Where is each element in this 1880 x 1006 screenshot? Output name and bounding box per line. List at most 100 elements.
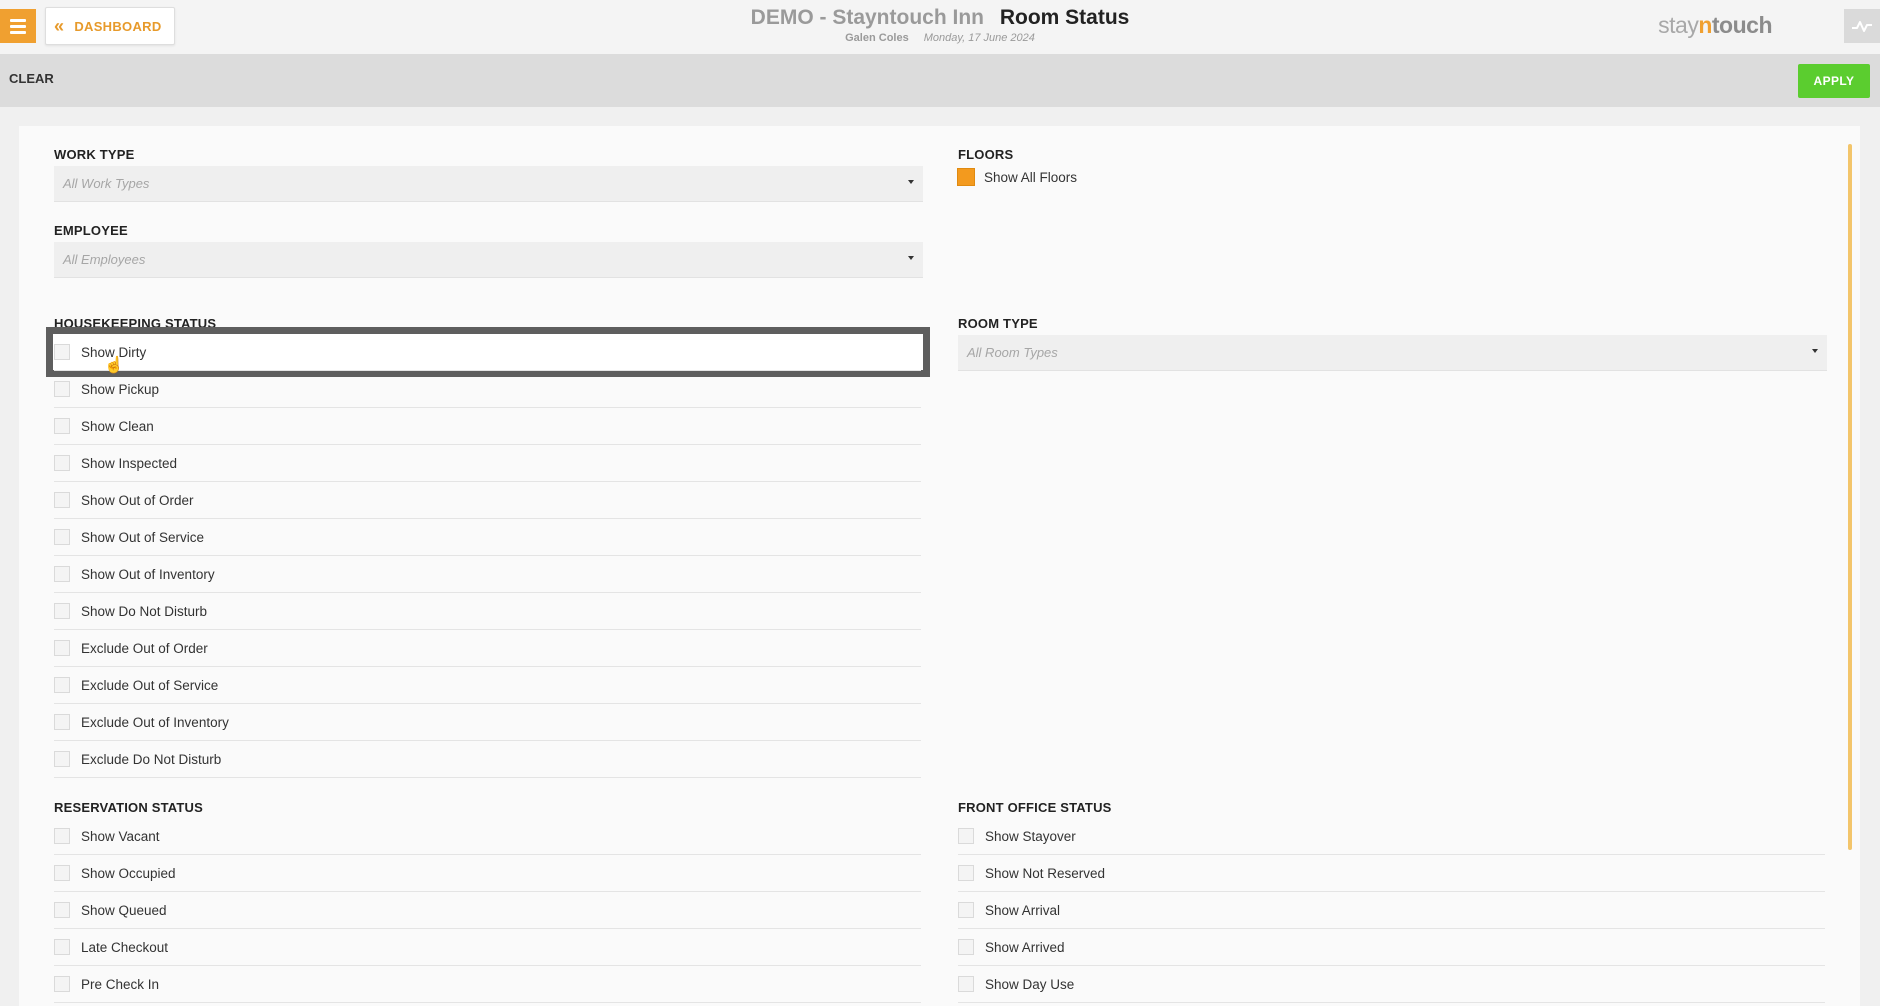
checkbox-row[interactable]: Show Occupied — [54, 855, 921, 892]
apply-button[interactable]: APPLY — [1798, 64, 1870, 98]
reservation-status-list: Show Vacant Show Occupied Show Queued Late … — [54, 818, 921, 1003]
checkbox-row[interactable]: Show Clean — [54, 408, 921, 445]
checkbox-row[interactable]: Show Out of Service — [54, 519, 921, 556]
checkbox[interactable] — [54, 455, 70, 471]
checkbox-row[interactable]: Show Day Use — [958, 966, 1825, 1003]
front-office-status-label: FRONT OFFICE STATUS — [958, 800, 1112, 815]
checkbox-label: Show Vacant — [81, 828, 160, 844]
checkbox-label: Show Out of Inventory — [81, 566, 215, 582]
checkbox[interactable] — [54, 865, 70, 881]
caret-down-icon — [1812, 349, 1818, 353]
room-type-select[interactable]: All Room Types — [958, 335, 1827, 371]
checkbox-row[interactable]: Show Not Reserved — [958, 855, 1825, 892]
work-type-select[interactable]: All Work Types — [54, 166, 923, 202]
checkbox[interactable] — [54, 828, 70, 844]
checkbox-row[interactable]: Show Pickup — [54, 371, 921, 408]
checkbox[interactable] — [54, 976, 70, 992]
show-all-floors-checkbox[interactable]: Show All Floors — [957, 168, 1077, 186]
checkbox-label: Show Occupied — [81, 865, 176, 881]
checkbox-label: Exclude Out of Order — [81, 640, 208, 656]
reservation-status-label: RESERVATION STATUS — [54, 800, 204, 815]
checkbox[interactable] — [54, 640, 70, 656]
floors-label: FLOORS — [958, 147, 1014, 162]
checkbox-label: Exclude Do Not Disturb — [81, 751, 222, 767]
checkbox-row[interactable]: Show Vacant — [54, 818, 921, 855]
employee-select[interactable]: All Employees — [54, 242, 923, 278]
checkbox-row[interactable]: Show Stayover — [958, 818, 1825, 855]
activity-button[interactable] — [1844, 9, 1880, 43]
checkbox-row[interactable]: Show Dirty — [54, 334, 921, 371]
room-type-label: ROOM TYPE — [958, 316, 1038, 331]
checkbox-label: Show Out of Service — [81, 529, 205, 545]
hand-pointer-icon: ☝ — [104, 357, 124, 374]
checkbox-row[interactable]: Exclude Out of Service — [54, 667, 921, 704]
checkbox[interactable] — [958, 865, 974, 881]
activity-icon — [1852, 21, 1872, 32]
checkbox[interactable] — [54, 751, 70, 767]
work-type-label: WORK TYPE — [54, 147, 135, 162]
checkbox-row[interactable]: Show Do Not Disturb — [54, 593, 921, 630]
checkbox[interactable] — [54, 677, 70, 693]
caret-down-icon — [908, 180, 914, 184]
checkbox-row[interactable]: Show Out of Inventory — [54, 556, 921, 593]
hotel-name: DEMO - Stayntouch Inn — [750, 6, 984, 29]
checkbox-row[interactable]: Show Arrived — [958, 929, 1825, 966]
checkbox-row[interactable]: Show Out of Order — [54, 482, 921, 519]
room-type-placeholder: All Room Types — [967, 345, 1058, 360]
user-name: Galen Coles — [845, 32, 909, 44]
checkbox-label: Show Queued — [81, 902, 167, 918]
checkbox[interactable] — [54, 344, 70, 360]
show-all-floors-label: Show All Floors — [984, 169, 1078, 185]
housekeeping-status-list: Show Dirty Show Pickup Show Clean Show Insp… — [54, 334, 921, 778]
stayntouch-logo: stayntouch — [1658, 12, 1772, 38]
business-date: Monday, 17 June 2024 — [923, 32, 1035, 44]
checkbox-row[interactable]: Pre Check In — [54, 966, 921, 1003]
checkbox[interactable] — [958, 902, 974, 918]
employee-label: EMPLOYEE — [54, 223, 128, 238]
checkbox-label: Show Clean — [81, 418, 154, 434]
checkbox-label: Show Out of Order — [81, 492, 194, 508]
checkbox-label: Exclude Out of Service — [81, 677, 219, 693]
checkbox[interactable] — [54, 529, 70, 545]
checkbox[interactable] — [54, 902, 70, 918]
checkbox-row[interactable]: Exclude Out of Order — [54, 630, 921, 667]
checkbox-label: Pre Check In — [81, 976, 160, 992]
clear-button[interactable]: CLEAR — [9, 71, 54, 86]
checkbox[interactable] — [54, 381, 70, 397]
work-type-placeholder: All Work Types — [63, 176, 150, 191]
checkbox[interactable] — [958, 939, 974, 955]
checkbox-label: Late Checkout — [81, 939, 169, 955]
checkbox[interactable] — [54, 714, 70, 730]
caret-down-icon — [908, 256, 914, 260]
checkbox-label: Show Not Reserved — [985, 865, 1106, 881]
page-title-block: DEMO - Stayntouch Inn Room Status Galen … — [0, 6, 1880, 44]
checkbox[interactable] — [958, 828, 974, 844]
checkbox-row[interactable]: Late Checkout — [54, 929, 921, 966]
checkbox-label: Show Inspected — [81, 455, 178, 471]
checkbox-label: Show Stayover — [985, 828, 1076, 844]
checkbox-label: Show Do Not Disturb — [81, 603, 208, 619]
checkbox[interactable] — [54, 418, 70, 434]
scrollbar[interactable] — [1848, 144, 1852, 850]
checkbox-label: Show Arrival — [985, 902, 1061, 918]
checkbox-label: Show Arrived — [985, 939, 1065, 955]
checkbox[interactable] — [54, 566, 70, 582]
employee-placeholder: All Employees — [63, 252, 146, 267]
checkbox[interactable] — [958, 976, 974, 992]
checkbox[interactable] — [54, 939, 70, 955]
checkbox[interactable] — [54, 492, 70, 508]
checkbox-checked[interactable] — [957, 168, 975, 186]
checkbox-row[interactable]: Show Arrival — [958, 892, 1825, 929]
checkbox[interactable] — [54, 603, 70, 619]
checkbox-row[interactable]: Show Queued — [54, 892, 921, 929]
checkbox-row[interactable]: Show Inspected — [54, 445, 921, 482]
checkbox-row[interactable]: Exclude Out of Inventory — [54, 704, 921, 741]
checkbox-label: Show Day Use — [985, 976, 1075, 992]
checkbox-label: Show Pickup — [81, 381, 160, 397]
checkbox-row[interactable]: Exclude Do Not Disturb — [54, 741, 921, 778]
page-title: Room Status — [999, 6, 1130, 29]
top-header: « DASHBOARD DEMO - Stayntouch Inn Room S… — [0, 0, 1880, 55]
checkbox-label: Exclude Out of Inventory — [81, 714, 229, 730]
filter-action-bar: CLEAR APPLY — [0, 55, 1880, 107]
front-office-status-list: Show Stayover Show Not Reserved Show Arriv… — [958, 818, 1825, 1003]
